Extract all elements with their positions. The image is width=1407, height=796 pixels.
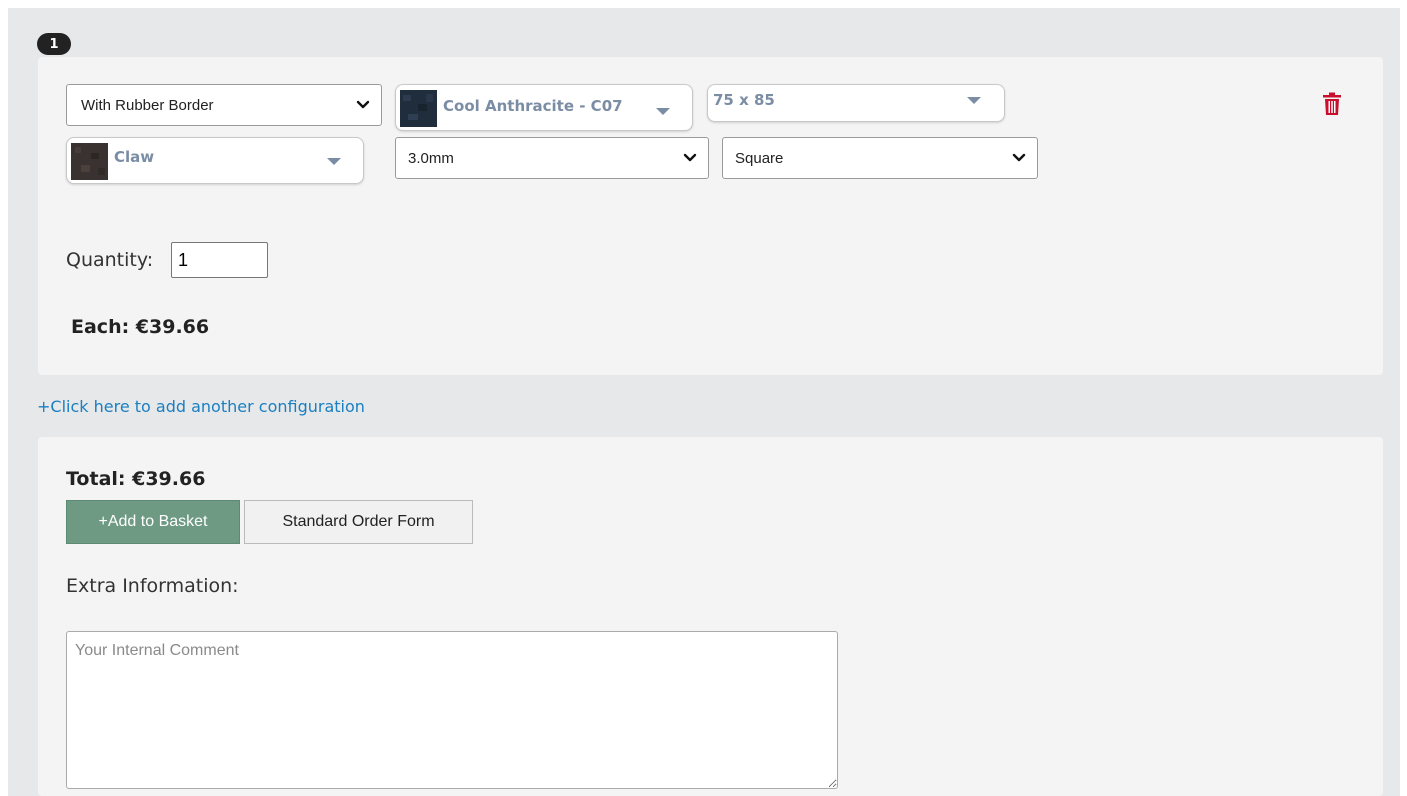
extra-information-label: Extra Information:: [66, 575, 239, 597]
trash-icon[interactable]: [1322, 92, 1342, 116]
size-dropdown[interactable]: 75 x 85: [707, 84, 1005, 122]
thickness-select[interactable]: 3.0mm: [395, 137, 709, 179]
caret-down-icon: [656, 108, 670, 115]
quantity-label: Quantity:: [66, 249, 154, 271]
size-dropdown-label: 75 x 85: [713, 91, 775, 109]
thickness-select-wrapper: 3.0mm: [395, 137, 709, 179]
total-price: Total: €39.66: [66, 468, 206, 490]
color-dropdown[interactable]: Cool Anthracite - C07: [395, 84, 693, 131]
pattern-dropdown-label: Claw: [114, 148, 155, 166]
pattern-dropdown[interactable]: Claw: [66, 137, 364, 184]
add-to-basket-button[interactable]: +Add to Basket: [66, 500, 240, 544]
caret-down-icon: [967, 97, 981, 104]
configuration-number-badge: 1: [37, 33, 71, 55]
border-select[interactable]: With Rubber Border: [66, 84, 382, 126]
each-price: Each: €39.66: [71, 316, 210, 338]
color-swatch-icon: [400, 90, 437, 127]
shape-select-wrapper: Square: [722, 137, 1038, 179]
add-configuration-link[interactable]: +Click here to add another configuration: [37, 397, 365, 416]
border-select-wrapper: With Rubber Border: [66, 84, 382, 126]
standard-order-form-button[interactable]: Standard Order Form: [244, 500, 473, 544]
shape-select[interactable]: Square: [722, 137, 1038, 179]
internal-comment-textarea[interactable]: [66, 631, 838, 789]
color-dropdown-label: Cool Anthracite - C07: [443, 97, 623, 115]
pattern-swatch-icon: [71, 143, 108, 180]
caret-down-icon: [327, 158, 341, 165]
quantity-input[interactable]: [171, 242, 268, 278]
